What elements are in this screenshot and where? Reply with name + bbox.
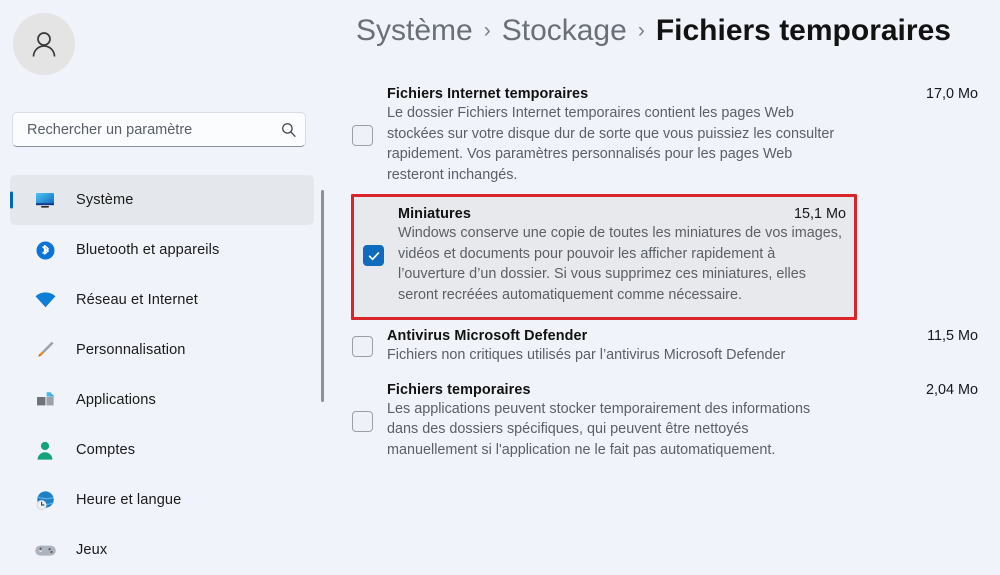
item-size: 17,0 Mo [926,86,978,102]
avatar[interactable] [13,13,75,75]
sidebar-item-comptes[interactable]: Comptes [10,425,314,475]
item-description: Les applications peuvent stocker tempora… [387,400,811,459]
item-description: Fichiers non critiques utilisés par l’an… [387,346,786,363]
sidebar-item-jeux[interactable]: Jeux [10,525,314,575]
sidebar-item-applications[interactable]: Applications [10,375,314,425]
item-title: Antivirus Microsoft Defender [387,327,588,344]
breadcrumb-item-systeme[interactable]: Système [356,14,473,48]
item-size: 2,04 Mo [926,381,978,398]
sidebar-item-personnalisation[interactable]: Personnalisation [10,325,314,375]
sidebar-item-reseau-et-internet[interactable]: Réseau et Internet [10,275,314,325]
temporary-files-list: Fichiers Internet temporaires 17,0 Mo Le… [330,78,1000,469]
search-input[interactable] [13,113,271,146]
list-item-highlighted[interactable]: Miniatures 15,1 Mo Windows conserve une … [351,193,857,320]
checkbox-antivirus-microsoft-defender[interactable] [352,336,373,358]
sidebar: Système Bluetooth et appareils Réseau et… [0,0,330,558]
paintbrush-icon [30,339,60,361]
sidebar-item-label: Réseau et Internet [76,292,198,308]
item-title: Fichiers temporaires [387,381,531,398]
sidebar-item-label: Système [76,192,134,208]
user-avatar-icon [27,27,61,61]
item-size: 11,5 Mo [927,327,978,344]
sidebar-item-label: Comptes [76,442,136,458]
sidebar-scrollbar[interactable] [321,190,324,402]
chevron-right-icon: › [483,19,491,42]
account-person-icon [30,440,60,461]
sidebar-item-label: Jeux [76,542,108,558]
gamepad-icon [30,543,60,558]
list-item[interactable]: Fichiers Internet temporaires 17,0 Mo Le… [330,78,1000,194]
bluetooth-icon [30,240,60,261]
item-size: 15,1 Mo [794,205,846,222]
chevron-right-icon: › [637,19,645,42]
item-description: Windows conserve une copie de toutes les… [398,224,842,304]
sidebar-item-systeme[interactable]: Système [10,175,314,225]
search-box[interactable] [12,112,306,147]
sidebar-item-label: Applications [76,392,156,408]
checkbox-miniatures[interactable] [363,245,384,267]
sidebar-item-label: Personnalisation [76,342,186,358]
item-title: Fichiers Internet temporaires [387,86,589,102]
item-description: Le dossier Fichiers Internet temporaires… [387,105,835,184]
checkbox-fichiers-internet-temporaires[interactable] [352,125,373,147]
checkbox-fichiers-temporaires[interactable] [352,410,373,432]
sidebar-item-label: Bluetooth et appareils [76,242,220,258]
breadcrumb-item-stockage[interactable]: Stockage [502,14,627,48]
breadcrumb: Système › Stockage › Fichiers temporaire… [356,14,951,48]
sidebar-item-bluetooth-et-appareils[interactable]: Bluetooth et appareils [10,225,314,275]
clock-globe-icon [30,490,60,511]
list-item[interactable]: Fichiers temporaires 2,04 Mo Les applica… [330,374,1000,469]
search-icon[interactable] [271,121,305,138]
list-item[interactable]: Antivirus Microsoft Defender 11,5 Mo Fic… [330,320,1000,374]
sidebar-nav: Système Bluetooth et appareils Réseau et… [0,175,330,575]
item-title: Miniatures [398,205,471,222]
apps-icon [30,390,60,410]
sidebar-item-label: Heure et langue [76,492,182,508]
page-title: Fichiers temporaires [655,14,951,47]
sidebar-item-heure-et-langue[interactable]: Heure et langue [10,475,314,525]
main-content: Système › Stockage › Fichiers temporaire… [330,0,1000,529]
monitor-icon [30,190,60,210]
wifi-icon [30,291,60,309]
